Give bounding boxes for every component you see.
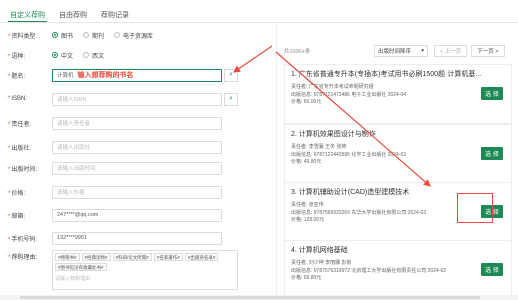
book-author: 责任者: 李雪蔓 王冬 张婷 (291, 144, 347, 150)
book-price: 价格: 49.80元 (291, 159, 322, 165)
isbn-label: ISBN: (11, 96, 28, 102)
material-type-label: 资料类型: (11, 33, 38, 40)
radio-chinese[interactable]: 中文 (52, 51, 73, 60)
select-button[interactable]: 选 择 (481, 147, 503, 160)
author-input[interactable]: 请输入责任者 (52, 116, 222, 130)
select-button[interactable]: 选 择 (481, 263, 503, 276)
prev-page-button[interactable]: < 上一页 (434, 45, 468, 57)
reason-tag[interactable]: #畅销书# (55, 253, 80, 261)
radio-book[interactable]: 图书 (52, 31, 73, 40)
radio-journal[interactable]: 期刊 (83, 31, 104, 40)
author-row: *责任者: 请输入责任者 (8, 116, 222, 130)
radio-e-resource[interactable]: 电子资源库 (114, 31, 153, 40)
reason-label: 荐购理由: (11, 255, 38, 261)
tab-bar: 自定义荐购 自由荐购 荐购记录 (8, 6, 131, 22)
reason-tag[interactable]: #科研/论文所需# (112, 253, 152, 261)
book-author: 责任者: 广东省专升本考试命题研究组 (291, 84, 374, 90)
email-input[interactable]: 247****@qq.com (52, 208, 222, 222)
pub-date-input[interactable]: 请输入出版时间 (52, 161, 222, 175)
material-type-row: *资料类型: 图书 期刊 电子资源库 (8, 28, 163, 42)
title-row: *题名: 计算机 输入想荐购的书名 ⌕ (8, 68, 238, 82)
sort-select[interactable]: 出版时间降序 ▾ (374, 45, 428, 57)
pub-date-label: 出版时间: (11, 166, 38, 173)
book-title: 2. 计算机效果图设计与制作 (291, 131, 376, 138)
chevron-down-icon: ▾ (421, 48, 424, 54)
book-price: 价格: 60.00元 (291, 99, 322, 105)
price-row: *价格: 请输入价格 (8, 185, 222, 199)
reason-placeholder: 请输入荐购理由 (55, 276, 91, 282)
reason-tag[interactable]: #经典读物# (81, 253, 111, 261)
horizontal-scrollbar[interactable] (0, 295, 518, 300)
reason-tag[interactable]: #出版商名录# (184, 253, 219, 261)
tab-recommend-records[interactable]: 荐购记录 (99, 6, 131, 22)
isbn-row: *ISBN: 请输入ISBN ⌕ (8, 92, 238, 106)
reason-textarea[interactable]: #畅销书# #经典读物# #科研/论文所需# #名家著作# #出版商名录# #图… (52, 250, 238, 290)
reason-tag[interactable]: #图书馆没有收藏此书# (55, 263, 107, 271)
publisher-row: *出版社: 请输入出版社 (8, 140, 222, 154)
phone-row: *手机号码: 132****9951 (8, 231, 222, 245)
annotation-highlight-box (457, 193, 493, 223)
isbn-search-button[interactable]: ⌕ (224, 92, 238, 106)
price-input[interactable]: 请输入价格 (52, 185, 222, 199)
email-row: *邮箱: 247****@qq.com (8, 208, 222, 222)
price-label: 价格: (11, 190, 26, 197)
pager: < 上一页 下一页 > (434, 45, 505, 57)
author-label: 责任者: (11, 121, 32, 128)
search-icon: ⌕ (229, 95, 233, 102)
reason-row: *荐购理由: #畅销书# #经典读物# #科研/论文所需# #名家著作# #出版… (8, 250, 238, 298)
language-label: 语种: (11, 53, 26, 60)
book-price: 价格: 59.80元 (291, 275, 322, 281)
phone-input[interactable]: 132****9951 (52, 231, 222, 245)
radio-western[interactable]: 西文 (83, 51, 104, 60)
language-row: *语种: 中文 西文 (8, 48, 114, 62)
email-label: 邮箱: (11, 213, 26, 220)
tab-free-recommend[interactable]: 自由荐购 (57, 6, 89, 22)
book-publication: 出版信息: 9787122443595 化学工业出版社 2024-03 (291, 151, 407, 158)
book-publication: 出版信息: 9787121473486 电子工业出版社 2024-04 (291, 91, 407, 98)
title-input[interactable]: 计算机 输入想荐购的书名 (52, 68, 222, 82)
book-card: 1. 广东省普通专升本(专插本)考试用书必刷1500题·计算机基... 责任者:… (284, 64, 512, 124)
tabs-divider (0, 22, 518, 23)
search-icon: ⌕ (229, 71, 233, 78)
book-card: 4. 计算机网络基础 责任者: 刘少坤 李丽娜 彭彬 出版信息: 9787576… (284, 240, 512, 300)
phone-label: 手机号码: (11, 236, 38, 243)
panel-divider (276, 24, 277, 300)
next-page-button[interactable]: 下一页 > (471, 45, 505, 57)
title-label: 题名: (11, 73, 26, 80)
book-card: 2. 计算机效果图设计与制作 责任者: 李雪蔓 王冬 张婷 出版信息: 9787… (284, 124, 512, 184)
title-hint: 输入想荐购的书名 (77, 72, 134, 79)
book-publication: 出版信息: 9787576319972 北京理工大学出版社有限责任公司 2024… (291, 267, 447, 274)
publisher-input[interactable]: 请输入出版社 (52, 140, 222, 154)
isbn-input[interactable]: 请输入ISBN (52, 92, 222, 106)
book-title: 1. 广东省普通专升本(专插本)考试用书必刷1500题·计算机基... (291, 71, 482, 78)
publisher-label: 出版社: (11, 145, 32, 152)
results-header: 共1000+条 出版时间降序 ▾ < 上一页 下一页 > (284, 44, 512, 58)
book-author: 责任者: 刘少坤 李丽娜 彭彬 (291, 260, 352, 266)
tab-custom-recommend[interactable]: 自定义荐购 (8, 6, 47, 22)
reason-tag[interactable]: #名家著作# (153, 253, 183, 261)
result-count: 共1000+条 (284, 49, 311, 55)
title-search-button[interactable]: ⌕ (224, 68, 238, 82)
select-button[interactable]: 选 择 (481, 87, 503, 100)
pub-date-row: *出版时间: 请输入出版时间 (8, 161, 222, 175)
book-title: 4. 计算机网络基础 (291, 247, 348, 254)
